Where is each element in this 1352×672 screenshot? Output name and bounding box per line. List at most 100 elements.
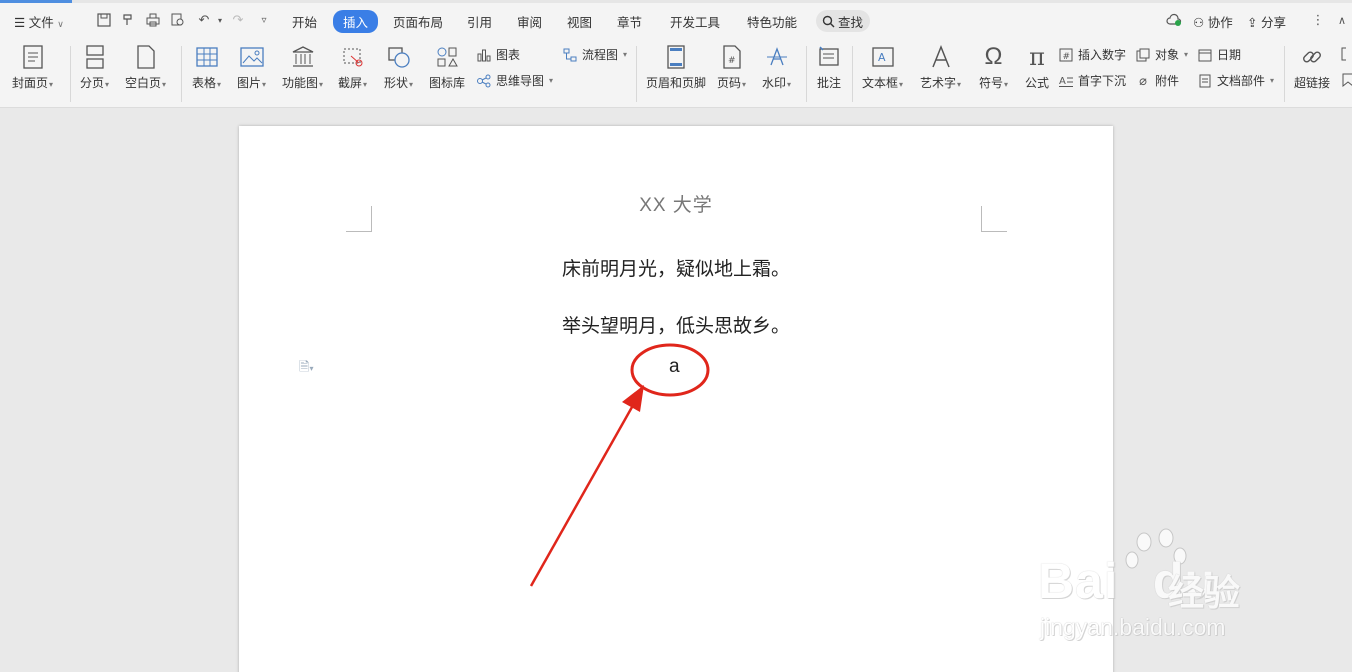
function-chart-label: 功能图 bbox=[282, 76, 319, 90]
icon-library-label: 图标库 bbox=[429, 76, 466, 90]
hyperlink-label: 超链接 bbox=[1294, 76, 1331, 90]
doc-parts-button[interactable]: 文档部件 ▾ bbox=[1197, 72, 1274, 89]
redo-icon[interactable]: ↷ bbox=[230, 12, 246, 28]
search-icon bbox=[822, 15, 835, 27]
bookmark-button[interactable] bbox=[1340, 72, 1352, 88]
object-label: 对象 bbox=[1155, 48, 1180, 62]
paragraph-layout-icon[interactable]: 🗎▾ bbox=[299, 358, 313, 380]
file-menu[interactable]: ☰ 文件 ∨ bbox=[14, 12, 64, 31]
screenshot-button[interactable]: 截屏▾ bbox=[338, 40, 367, 91]
menu-bar: ☰ 文件 ∨ ↶ ▾ ↷ ▿ 开始 插入 页面布局 引用 审阅 视图 章节 开发… bbox=[0, 0, 1352, 40]
page-break-button[interactable]: 分页▾ bbox=[80, 40, 109, 91]
drop-cap-button[interactable]: A 首字下沉 bbox=[1058, 72, 1126, 89]
wordart-button[interactable]: 艺术字▾ bbox=[920, 40, 961, 91]
icon-library-button[interactable]: 图标库 bbox=[429, 40, 465, 91]
search-button[interactable]: 查找 bbox=[816, 10, 870, 32]
insert-number-button[interactable]: # 插入数字 bbox=[1058, 46, 1126, 63]
baidu-jingyan-watermark: Bai du 经验 jingyan.baidu.com bbox=[1036, 524, 1296, 644]
date-button[interactable]: 日期 bbox=[1197, 46, 1241, 63]
document-page[interactable]: XX 大学 床前明月光，疑似地上霜。 举头望明月，低头思故乡。 🗎▾ a bbox=[239, 126, 1113, 672]
hamburger-icon: ☰ bbox=[14, 16, 26, 30]
wordart-label: 艺术字 bbox=[920, 76, 957, 90]
page-header[interactable]: XX 大学 bbox=[239, 190, 1113, 217]
picture-icon bbox=[239, 44, 265, 70]
more-options-icon[interactable]: ⋮ bbox=[1310, 12, 1326, 28]
flowchart-label: 流程图 bbox=[582, 48, 619, 62]
formula-button[interactable]: π 公式 bbox=[1024, 40, 1050, 91]
formula-label: 公式 bbox=[1024, 76, 1049, 90]
cloud-sync-icon[interactable] bbox=[1166, 12, 1182, 28]
blank-page-icon bbox=[133, 44, 159, 70]
file-menu-label: 文件 bbox=[28, 16, 54, 30]
chart-button[interactable]: 图表 bbox=[476, 46, 520, 63]
shape-button[interactable]: 形状▾ bbox=[384, 40, 413, 91]
hyperlink-button[interactable]: 超链接 bbox=[1294, 40, 1330, 91]
header-footer-button[interactable]: 页眉和页脚 bbox=[646, 40, 706, 91]
insert-number-label: 插入数字 bbox=[1078, 48, 1127, 62]
table-button[interactable]: 表格▾ bbox=[192, 40, 221, 91]
poem-line-2[interactable]: 举头望明月，低头思故乡。 bbox=[239, 311, 1113, 338]
textbox-button[interactable]: A 文本框▾ bbox=[862, 40, 903, 91]
print-icon[interactable] bbox=[145, 12, 161, 28]
shape-icon bbox=[386, 44, 412, 70]
bar-chart-icon bbox=[476, 47, 492, 63]
symbol-button[interactable]: Ω 符号▾ bbox=[979, 40, 1008, 91]
format-painter-icon[interactable] bbox=[120, 12, 136, 28]
search-label: 查找 bbox=[838, 15, 864, 30]
tab-review[interactable]: 审阅 bbox=[517, 12, 542, 31]
doc-parts-icon bbox=[1197, 73, 1213, 89]
cover-page-button[interactable]: 封面页▾ bbox=[12, 40, 53, 91]
tab-references[interactable]: 引用 bbox=[467, 12, 492, 31]
mindmap-button[interactable]: 思维导图 ▾ bbox=[476, 72, 553, 89]
tab-page-layout[interactable]: 页面布局 bbox=[393, 12, 443, 31]
link-icon bbox=[1299, 44, 1325, 70]
separator bbox=[181, 46, 182, 102]
blank-page-button[interactable]: 空白页▾ bbox=[125, 40, 166, 91]
tab-developer[interactable]: 开发工具 bbox=[670, 12, 720, 31]
function-chart-button[interactable]: 功能图▾ bbox=[282, 40, 323, 91]
drop-cap-label: 首字下沉 bbox=[1078, 74, 1127, 88]
function-chart-icon bbox=[290, 44, 316, 70]
tab-features[interactable]: 特色功能 bbox=[747, 12, 797, 31]
print-preview-icon[interactable] bbox=[170, 12, 186, 28]
save-icon[interactable] bbox=[96, 12, 112, 28]
page-break-icon bbox=[82, 44, 108, 70]
tab-chapter[interactable]: 章节 bbox=[617, 12, 642, 31]
collapse-ribbon-icon[interactable]: ∧ bbox=[1334, 12, 1350, 28]
separator bbox=[636, 46, 637, 102]
watermark-cn: 经验 bbox=[1168, 573, 1241, 614]
poem-line-1[interactable]: 床前明月光，疑似地上霜。 bbox=[239, 254, 1113, 281]
undo-icon[interactable]: ↶ bbox=[196, 12, 212, 28]
attachment-label: 附件 bbox=[1155, 74, 1180, 88]
picture-label: 图片 bbox=[237, 76, 262, 90]
screenshot-label: 截屏 bbox=[338, 76, 363, 90]
customize-toolbar-icon[interactable]: ▿ bbox=[256, 12, 272, 28]
collab-button[interactable]: ⚇ 协作 bbox=[1193, 12, 1233, 31]
header-footer-icon bbox=[663, 44, 689, 70]
watermark-button[interactable]: 水印▾ bbox=[762, 40, 791, 91]
page-number-button[interactable]: # 页码▾ bbox=[717, 40, 746, 91]
inserted-character[interactable]: a bbox=[669, 356, 680, 378]
attachment-button[interactable]: ⌀ 附件 bbox=[1135, 72, 1179, 89]
tab-view[interactable]: 视图 bbox=[567, 12, 592, 31]
page-number-label: 页码 bbox=[717, 76, 742, 90]
tab-insert[interactable]: 插入 bbox=[333, 10, 379, 33]
svg-text:A: A bbox=[1059, 76, 1066, 87]
picture-button[interactable]: 图片▾ bbox=[237, 40, 266, 91]
share-button[interactable]: ⇪ 分享 bbox=[1247, 12, 1286, 31]
svg-text:#: # bbox=[728, 56, 736, 66]
comment-button[interactable]: 批注 bbox=[816, 40, 842, 91]
tab-home[interactable]: 开始 bbox=[292, 12, 317, 31]
watermark-label: 水印 bbox=[762, 76, 787, 90]
object-button[interactable]: 对象 ▾ bbox=[1135, 46, 1188, 63]
cross-ref-button[interactable] bbox=[1340, 46, 1352, 62]
flowchart-button[interactable]: 流程图 ▾ bbox=[562, 46, 627, 63]
blank-page-label: 空白页 bbox=[125, 76, 162, 90]
comment-icon bbox=[816, 44, 842, 70]
separator bbox=[806, 46, 807, 102]
textbox-icon: A bbox=[870, 44, 896, 70]
scissors-icon bbox=[340, 44, 366, 70]
undo-dropdown-icon[interactable]: ▾ bbox=[212, 12, 228, 28]
date-label: 日期 bbox=[1217, 48, 1242, 62]
icon-library-icon bbox=[434, 44, 460, 70]
